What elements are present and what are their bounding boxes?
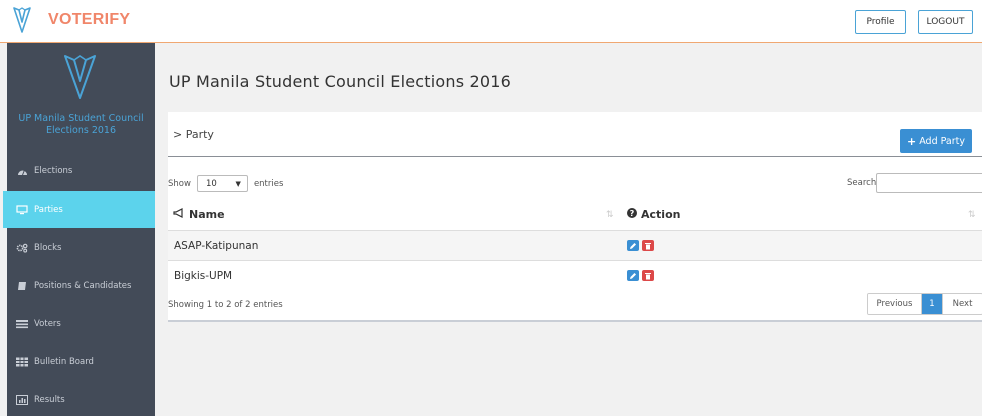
cogs-icon [16, 243, 28, 253]
sidebar-item-elections[interactable]: Elections [7, 152, 155, 189]
table-row: Bigkis-UPM [168, 260, 982, 290]
previous-page-button[interactable]: Previous [868, 294, 922, 314]
sidebar-item-label: Positions & Candidates [34, 280, 132, 291]
voterify-logo-icon [64, 55, 96, 99]
sidebar-item-results[interactable]: Results [7, 381, 155, 416]
search-input[interactable] [876, 173, 982, 193]
length-control: Show 10 ▼ entries [168, 175, 283, 192]
bullhorn-icon [173, 208, 185, 221]
sidebar-item-voters[interactable]: Voters [7, 305, 155, 342]
brand[interactable]: VOTERIFY [12, 6, 130, 34]
caret-down-icon: ▼ [235, 179, 241, 188]
sort-icon[interactable]: ⇅ [606, 210, 614, 220]
bar-chart-icon [16, 394, 28, 405]
sidebar: UP Manila Student Council Elections 2016… [3, 43, 155, 416]
profile-button[interactable]: Profile [855, 10, 906, 34]
sidebar-item-blocks[interactable]: Blocks [7, 229, 155, 266]
trash-icon [645, 242, 651, 249]
top-bar: VOTERIFY Profile LOGOUT [0, 0, 982, 43]
breadcrumb: > Party [173, 128, 214, 141]
party-name: Bigkis-UPM [174, 270, 233, 282]
party-panel: > Party + Add Party Show 10 ▼ entries Se… [168, 112, 982, 322]
column-header-label: Action [641, 208, 681, 221]
pencil-icon [630, 242, 636, 249]
sidebar-item-label: Blocks [34, 242, 62, 253]
trash-icon [645, 272, 651, 279]
row-actions [627, 240, 654, 251]
sidebar-item-label: Results [34, 394, 65, 405]
list-icon [16, 319, 28, 329]
sidebar-item-label: Bulletin Board [34, 356, 94, 367]
page-title: UP Manila Student Council Elections 2016 [169, 72, 512, 91]
page-1-button[interactable]: 1 [922, 294, 942, 314]
delete-button[interactable] [642, 240, 654, 251]
sidebar-item-parties[interactable]: Parties [3, 191, 155, 228]
table-row: ASAP-Katipunan [168, 230, 982, 260]
sidebar-item-label: Parties [34, 204, 63, 215]
svg-text:?: ? [630, 209, 635, 218]
entries-label: entries [253, 178, 284, 189]
length-value: 10 [205, 178, 217, 189]
dashboard-icon [16, 166, 28, 176]
column-header-label: Name [189, 208, 225, 221]
sidebar-item-label: Elections [34, 165, 73, 176]
delete-button[interactable] [642, 270, 654, 281]
monitor-icon [16, 204, 28, 215]
sidebar-item-bulletin-board[interactable]: Bulletin Board [7, 343, 155, 380]
add-party-button[interactable]: + Add Party [900, 129, 972, 153]
sidebar-item-label: Voters [34, 318, 61, 329]
sidebar-election-title: UP Manila Student Council Elections 2016 [18, 113, 144, 136]
panel-header: > Party + Add Party [168, 112, 982, 157]
next-page-button[interactable]: Next [942, 294, 982, 314]
edit-button[interactable] [627, 240, 639, 251]
row-actions [627, 270, 654, 281]
table-info: Showing 1 to 2 of 2 entries [168, 300, 283, 310]
sidebar-item-positions-candidates[interactable]: Positions & Candidates [7, 267, 155, 304]
app-name: VOTERIFY [48, 11, 131, 28]
pagination: Previous 1 Next [867, 293, 982, 315]
entries-length-select[interactable]: 10 ▼ [196, 175, 248, 192]
add-party-label: Add Party [919, 135, 965, 147]
logout-button[interactable]: LOGOUT [918, 10, 973, 34]
grid-icon [16, 357, 28, 367]
sort-icon[interactable]: ⇅ [968, 210, 976, 220]
book-icon [16, 281, 28, 291]
plus-icon: + [906, 134, 917, 148]
edit-button[interactable] [627, 270, 639, 281]
party-name: ASAP-Katipunan [174, 240, 259, 252]
column-header-name[interactable]: Name [173, 208, 225, 221]
pencil-icon [630, 272, 636, 279]
column-header-action[interactable]: ? Action [627, 208, 680, 221]
search-label: Search: [847, 178, 880, 188]
show-label: Show [168, 178, 191, 189]
voterify-logo-icon [13, 7, 31, 33]
question-circle-icon: ? [627, 208, 637, 221]
